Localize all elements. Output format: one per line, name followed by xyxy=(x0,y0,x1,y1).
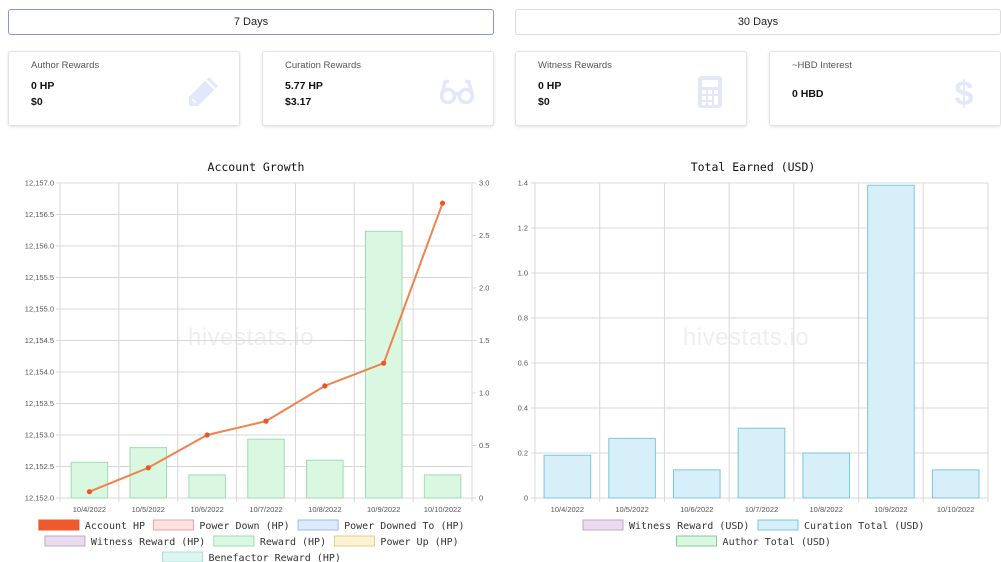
account-hp-point xyxy=(439,200,446,206)
y-tick-label: 12,157.0 xyxy=(25,179,54,188)
legend-swatch xyxy=(582,519,624,531)
y-tick-label: 12,155.0 xyxy=(25,305,54,314)
y-tick-label: 1.0 xyxy=(518,269,528,278)
curation-bar xyxy=(931,469,980,499)
legend-label: Benefactor Reward (HP) xyxy=(208,553,340,562)
account-hp-point xyxy=(145,465,151,471)
account-hp-point xyxy=(381,360,387,366)
legend-label: Power Downed To (HP) xyxy=(344,521,464,532)
curation-bar xyxy=(672,469,721,499)
y2-tick-label: 1.5 xyxy=(479,336,489,345)
x-tick-label: 10/8/2022 xyxy=(810,505,843,514)
legend-label: Witness Reward (HP) xyxy=(91,537,205,548)
legend-label: Reward (HP) xyxy=(260,537,326,548)
y2-tick-label: 1.0 xyxy=(479,389,489,398)
curation-bar xyxy=(867,184,915,499)
legend-label: Witness Reward (USD) xyxy=(629,521,749,532)
y-tick-label: 12,154.0 xyxy=(25,368,54,377)
y2-tick-label: 0.5 xyxy=(479,441,489,450)
x-tick-label: 10/8/2022 xyxy=(308,505,341,514)
y-tick-label: 12,155.5 xyxy=(25,273,54,282)
legend-swatch xyxy=(213,535,255,547)
x-tick-label: 10/9/2022 xyxy=(874,505,907,514)
curation-bar xyxy=(543,454,592,499)
legend-label: Author Total (USD) xyxy=(723,537,831,548)
curation-bar xyxy=(802,452,851,499)
x-tick-label: 10/5/2022 xyxy=(615,505,648,514)
x-tick-label: 10/9/2022 xyxy=(367,505,400,514)
y-tick-label: 0.6 xyxy=(518,359,528,368)
legend-swatch xyxy=(333,535,375,547)
legend-swatch xyxy=(297,519,339,531)
y-tick-label: 0.4 xyxy=(518,404,528,413)
y-tick-label: 12,156.5 xyxy=(25,210,54,219)
reward-bar xyxy=(247,438,285,499)
account-hp-point xyxy=(204,432,210,438)
y2-tick-label: 2.0 xyxy=(479,284,489,293)
reward-bar xyxy=(306,459,344,499)
x-tick-label: 10/6/2022 xyxy=(680,505,713,514)
y-tick-label: 12,152.0 xyxy=(25,494,54,503)
reward-bar xyxy=(423,474,462,499)
x-tick-label: 10/4/2022 xyxy=(551,505,584,514)
curation-bar xyxy=(608,437,656,499)
x-tick-label: 10/10/2022 xyxy=(424,505,462,514)
legend-swatch xyxy=(44,535,86,547)
account-hp-point xyxy=(86,489,93,495)
x-tick-label: 10/6/2022 xyxy=(190,505,223,514)
y-tick-label: 12,156.0 xyxy=(25,242,54,251)
y-tick-label: 0.2 xyxy=(518,449,528,458)
charts-canvas: 12,152.0 12,152.5 12,153.0 12,153.5 12,154.0… xyxy=(25,179,989,562)
legend-label: Account HP xyxy=(85,521,145,532)
legend-label: Curation Total (USD) xyxy=(804,521,924,532)
x-tick-label: 10/5/2022 xyxy=(132,505,165,514)
x-tick-label: 10/7/2022 xyxy=(745,505,778,514)
y-tick-label: 1.4 xyxy=(518,179,528,188)
curation-bar xyxy=(737,427,786,499)
legend-label: Power Down (HP) xyxy=(199,521,289,532)
legend-swatch xyxy=(152,519,194,531)
x-tick-label: 10/10/2022 xyxy=(937,505,975,514)
y2-tick-label: 2.5 xyxy=(479,231,489,240)
x-tick-label: 10/4/2022 xyxy=(73,505,106,514)
y-tick-label: 12,153.5 xyxy=(25,399,54,408)
legend-swatch xyxy=(38,519,80,531)
y-tick-label: 12,153.0 xyxy=(25,431,54,440)
account-hp-point xyxy=(263,418,269,424)
account-hp-point xyxy=(322,383,328,389)
legend-label: Power Up (HP) xyxy=(380,537,458,548)
legend-swatch xyxy=(676,535,718,547)
y-tick-label: 12,154.5 xyxy=(25,336,54,345)
y-tick-label: 1.2 xyxy=(518,224,528,233)
y-tick-label: 0 xyxy=(524,494,528,503)
x-tick-label: 10/7/2022 xyxy=(249,505,282,514)
legend-swatch xyxy=(161,551,203,562)
y2-tick-label: 3.0 xyxy=(479,179,489,188)
legend-swatch xyxy=(757,519,799,531)
y-tick-label: 0.8 xyxy=(518,314,528,323)
y2-tick-label: 0 xyxy=(479,494,483,503)
reward-bar xyxy=(188,474,226,499)
y-tick-label: 12,152.5 xyxy=(25,462,54,471)
